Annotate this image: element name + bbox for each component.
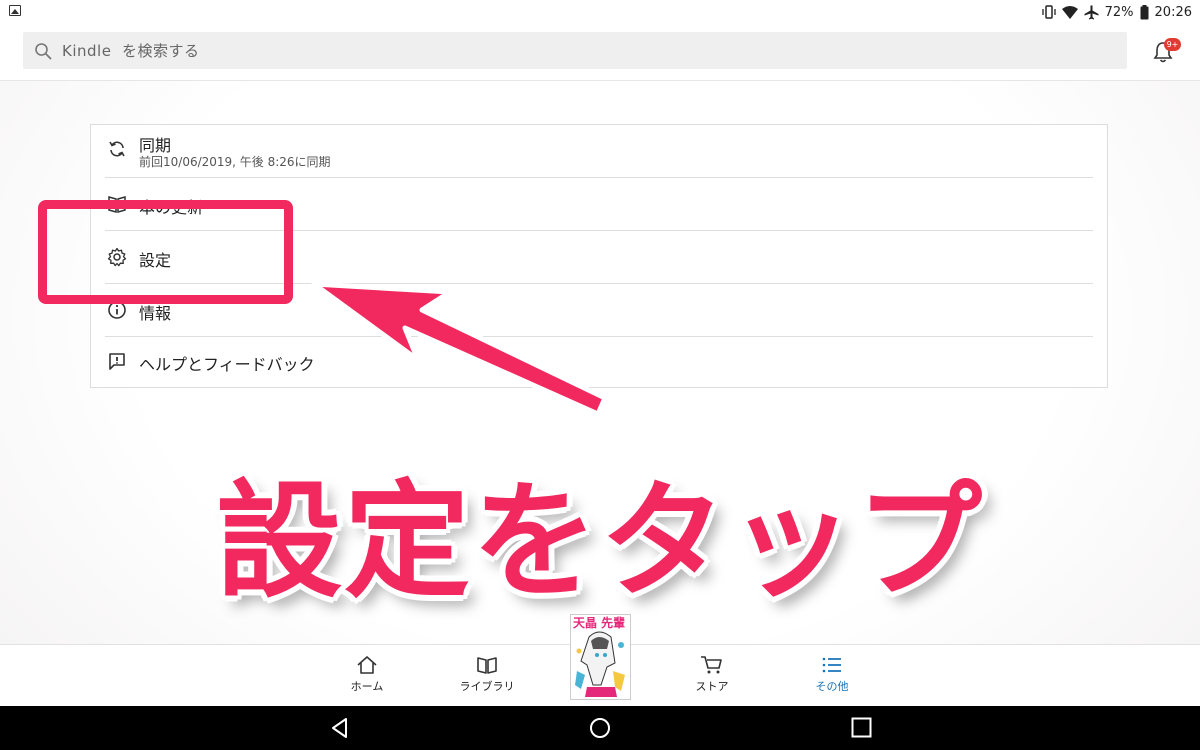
- nav-library-label: ライブラリ: [459, 680, 515, 693]
- search-bar[interactable]: Kindle を検索する: [23, 32, 1127, 69]
- last-sync-text: 前回10/06/2019, 午後 8:26に同期: [139, 155, 331, 169]
- list-menu-icon: [822, 657, 841, 673]
- recent-apps-icon[interactable]: [851, 717, 872, 738]
- nav-more[interactable]: その他: [787, 655, 877, 694]
- search-icon: [35, 42, 52, 59]
- sync-icon: [109, 141, 125, 157]
- nav-more-label: その他: [815, 680, 849, 693]
- home-circle-icon[interactable]: [589, 717, 611, 739]
- current-book-cover[interactable]: 天晶 先輩: [570, 614, 631, 700]
- nav-store-label: ストア: [695, 680, 729, 693]
- menu-item-sync[interactable]: 同期 前回10/06/2019, 午後 8:26に同期: [91, 125, 1107, 178]
- highlight-box: [38, 200, 293, 304]
- pointer-arrow-icon: [311, 281, 608, 417]
- clock: 20:26: [1154, 4, 1192, 20]
- airplane-mode-icon: [1084, 5, 1099, 19]
- back-icon[interactable]: [330, 717, 350, 739]
- top-bar: Kindle を検索する 9+: [0, 24, 1200, 81]
- battery-percentage: 72%: [1104, 4, 1134, 20]
- nav-library[interactable]: ライブラリ: [442, 655, 532, 694]
- book-cover-illustration: [575, 631, 625, 697]
- search-placeholder: Kindle を検索する: [62, 42, 200, 60]
- home-icon: [357, 656, 377, 674]
- annotation-caption: 設定をタップ: [216, 468, 984, 615]
- vibrate-icon: [1041, 5, 1056, 19]
- system-navigation-bar: [0, 706, 1200, 750]
- status-bar: 72% 20:26: [0, 0, 1200, 24]
- notification-badge: 9+: [1164, 38, 1181, 51]
- menu-item-label: ヘルプとフィードバック: [139, 355, 315, 374]
- nav-store[interactable]: ストア: [667, 655, 757, 694]
- image-notification-icon: [9, 5, 21, 16]
- feedback-icon: [109, 353, 125, 370]
- cart-icon: [701, 656, 722, 674]
- library-book-icon: [477, 657, 497, 674]
- battery-icon: [1140, 4, 1149, 19]
- nav-home-label: ホーム: [350, 680, 384, 693]
- nav-home[interactable]: ホーム: [322, 655, 412, 694]
- status-icons: 72% 20:26: [1041, 2, 1192, 22]
- wifi-icon: [1061, 5, 1078, 19]
